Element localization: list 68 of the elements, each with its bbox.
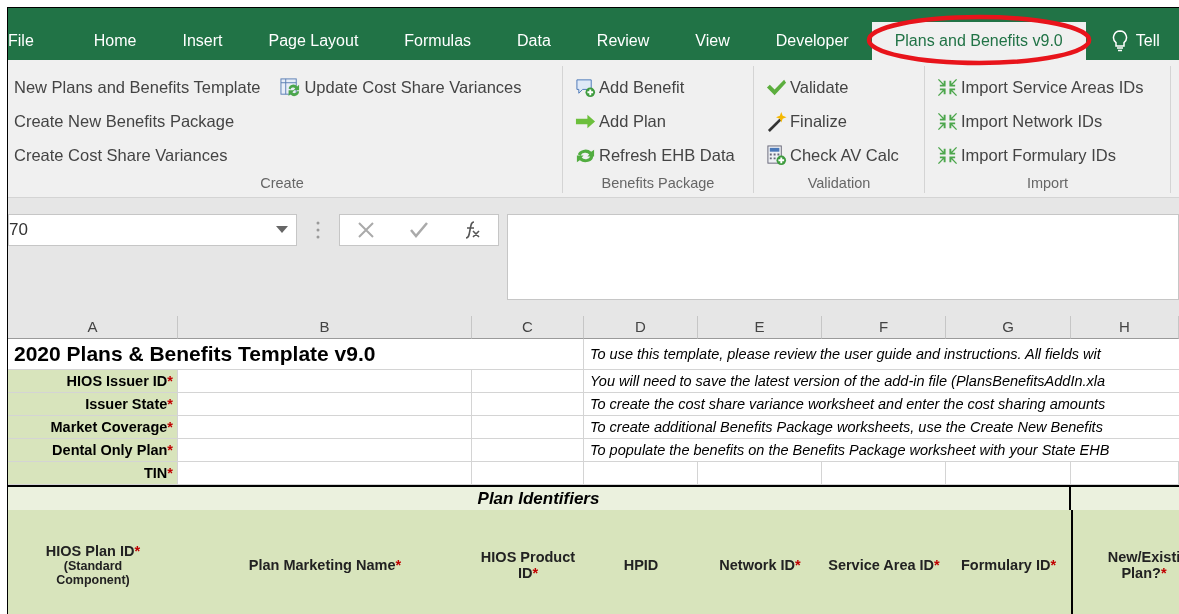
magic-wand-icon: [766, 110, 787, 132]
instruction-text: To create the cost share variance worksheet and enter the cost sharing amounts: [584, 393, 1179, 416]
arrows-inward-icon: [937, 110, 958, 132]
group-label: Benefits Package: [600, 175, 716, 193]
ribbon-button[interactable]: Check AV Calc: [764, 140, 901, 170]
instruction-text: To populate the benefits on the Benefits Package worksheet with your State EHB: [584, 439, 1179, 462]
grip-dots-icon: [315, 220, 321, 240]
column-header[interactable]: D: [584, 316, 698, 339]
instruction-text: You will need to save the latest version of the add-in file (PlansBenefitsAddIn.xla: [584, 370, 1179, 393]
field-label: Issuer State*: [8, 393, 178, 416]
column-header[interactable]: A: [8, 316, 178, 339]
ribbon-button[interactable]: Create New Benefits Package: [12, 106, 263, 136]
ribbon-tab[interactable]: View: [672, 22, 753, 60]
column-heading: Plan Marketing Name*: [178, 510, 472, 614]
dropdown-caret-icon[interactable]: [276, 226, 288, 234]
field-label: Market Coverage*: [8, 416, 178, 439]
ribbon-tab[interactable]: Review: [573, 22, 673, 60]
column-header[interactable]: F: [822, 316, 946, 339]
field-label: TIN*: [8, 462, 178, 485]
group-label: Create: [259, 175, 305, 193]
column-heading: Network ID*: [698, 510, 822, 614]
section-title: Plan Identifiers: [8, 487, 1071, 510]
arrows-inward-icon: [937, 76, 958, 98]
ribbon-tab[interactable]: Home: [70, 22, 160, 60]
ribbon-button[interactable]: Update Cost Share Variances: [278, 72, 524, 102]
group-label: Import: [1025, 175, 1070, 193]
ribbon-tab[interactable]: File: [8, 22, 57, 60]
column-heading: HIOS Product ID*: [472, 510, 584, 614]
name-box[interactable]: 70: [8, 214, 297, 246]
column-header[interactable]: C: [472, 316, 584, 339]
column-heading: HIOS Plan ID* (Standard Component): [8, 510, 178, 614]
ribbon-button[interactable]: Add Benefit: [573, 72, 737, 102]
column-heading: Formulary ID*: [946, 510, 1071, 614]
arrows-inward-icon: [937, 144, 958, 166]
ribbon-tab[interactable]: Data: [494, 22, 574, 60]
ribbon-button[interactable]: New Plans and Benefits Template: [12, 72, 263, 102]
ribbon-button[interactable]: Create Cost Share Variances: [12, 140, 263, 170]
tell-me-search[interactable]: Tell: [1135, 32, 1160, 50]
ribbon-button[interactable]: Refresh EHB Data: [573, 140, 737, 170]
ribbon-button[interactable]: Validate: [764, 72, 901, 102]
speech-bubble-add-icon: [575, 76, 596, 98]
field-label: HIOS Issuer ID*: [8, 370, 178, 393]
field-label: Dental Only Plan*: [8, 439, 178, 462]
column-heading: HPID: [584, 510, 698, 614]
column-heading: Service Area ID*: [822, 510, 946, 614]
formula-input[interactable]: [507, 214, 1179, 300]
ribbon-tab[interactable]: Page Layout: [245, 22, 382, 60]
group-label: Validation: [806, 175, 872, 193]
ribbon-button[interactable]: Import Service Areas IDs: [935, 72, 1146, 102]
ribbon-button[interactable]: Import Network IDs: [935, 106, 1146, 136]
ribbon-tab[interactable]: Developer: [752, 22, 872, 60]
column-header[interactable]: G: [946, 316, 1071, 339]
ribbon-button[interactable]: Add Plan: [573, 106, 737, 136]
check-icon[interactable]: [409, 220, 429, 240]
column-header[interactable]: B: [178, 316, 472, 339]
column-header[interactable]: H: [1071, 316, 1179, 339]
cancel-icon[interactable]: [356, 220, 377, 240]
instruction-text: To create additional Benefits Package worksheets, use the Create New Benefits: [584, 416, 1179, 439]
instruction-text: To use this template, please review the user guide and instructions. All fields wit: [584, 339, 1179, 370]
ribbon-button[interactable]: Import Formulary IDs: [935, 140, 1146, 170]
ribbon-tab[interactable]: Insert: [159, 22, 246, 60]
calculator-icon: [766, 144, 787, 166]
ribbon-tab[interactable]: Formulas: [381, 22, 495, 60]
column-heading: New/Existi Plan?*: [1071, 510, 1179, 614]
sheet-refresh-icon: [280, 76, 302, 98]
column-header[interactable]: E: [698, 316, 822, 339]
ribbon-button[interactable]: Finalize: [764, 106, 901, 136]
lightbulb-icon[interactable]: [1111, 30, 1128, 52]
